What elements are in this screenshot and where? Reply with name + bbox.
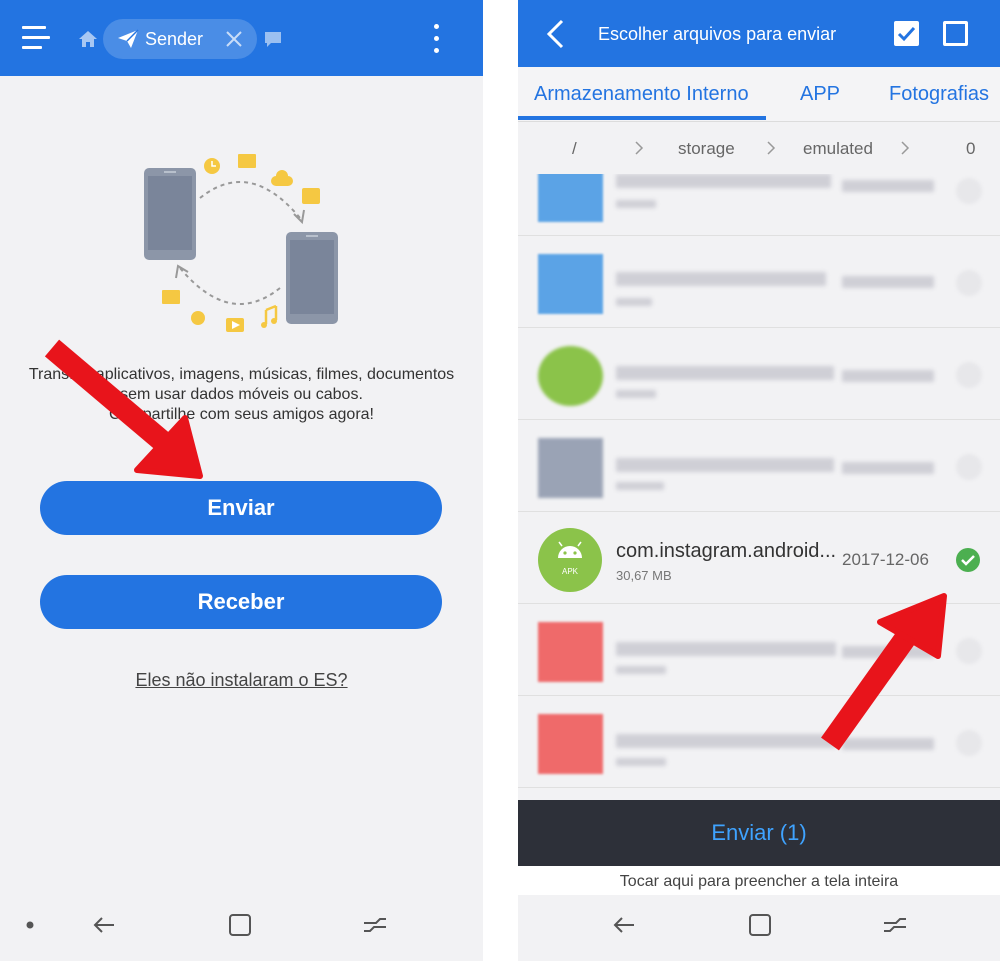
tab-photos[interactable]: Fotografias — [889, 83, 989, 106]
chevron-right-icon — [635, 141, 644, 155]
fill-screen-hint[interactable]: Tocar aqui para preencher a tela inteira — [518, 866, 1000, 898]
selected-file-row[interactable]: APK com.instagram.android... 30,67 MB 20… — [518, 512, 1000, 604]
select-all-checkbox-icon[interactable] — [894, 21, 919, 46]
description-line-2: sem usar dados móveis ou cabos. — [120, 386, 363, 403]
dot-indicator-icon — [26, 921, 34, 929]
list-item[interactable] — [518, 174, 1000, 236]
right-screen: Escolher arquivos para enviar Armazename… — [518, 0, 1000, 961]
file-picker-app-bar: Escolher arquivos para enviar — [518, 0, 1000, 67]
recents-nav-icon[interactable] — [360, 913, 390, 943]
home-icon[interactable] — [78, 30, 98, 48]
file-name: com.instagram.android... — [616, 540, 837, 562]
file-thumbnail-icon — [538, 622, 603, 682]
send-button[interactable]: Enviar — [40, 481, 442, 535]
menu-icon[interactable] — [22, 26, 50, 50]
apk-badge-text: APK — [562, 567, 579, 576]
breadcrumb-storage[interactable]: storage — [678, 139, 735, 159]
file-list: APK com.instagram.android... 30,67 MB 20… — [518, 174, 1000, 800]
list-item[interactable] — [518, 328, 1000, 420]
list-item[interactable] — [518, 696, 1000, 788]
home-nav-icon[interactable] — [746, 913, 776, 943]
system-nav-bar — [0, 895, 483, 961]
recents-nav-icon[interactable] — [880, 913, 910, 943]
android-apk-icon: APK — [538, 528, 602, 592]
description-line-1: Transfira aplicativos, imagens, músicas,… — [28, 366, 455, 383]
file-thumbnail-icon — [538, 438, 603, 498]
close-icon[interactable] — [225, 30, 243, 48]
system-nav-bar — [518, 895, 1000, 961]
left-screen: Sender Transfira aplicativos, imagens, m… — [0, 0, 483, 961]
chevron-right-icon — [767, 141, 776, 155]
folder-icon — [538, 174, 603, 222]
breadcrumb-emulated[interactable]: emulated — [803, 139, 873, 159]
back-icon[interactable] — [544, 18, 566, 50]
description-line-3: Compartilhe com seus amigos agora! — [108, 406, 374, 423]
list-item[interactable] — [518, 604, 1000, 696]
file-date: 2017-12-06 — [842, 550, 929, 569]
back-nav-icon[interactable] — [610, 913, 640, 943]
box-select-icon[interactable] — [943, 21, 968, 46]
file-size: 30,67 MB — [616, 568, 672, 583]
breadcrumb-0[interactable]: 0 — [966, 139, 975, 159]
breadcrumb: / storage emulated 0 — [518, 122, 1000, 174]
selected-check-icon[interactable] — [956, 548, 980, 572]
apk-thumbnail-icon — [538, 346, 603, 406]
description-text: Transfira aplicativos, imagens, músicas,… — [0, 365, 483, 425]
folder-icon — [538, 254, 603, 314]
breadcrumb-root[interactable]: / — [572, 139, 577, 159]
chip-label: Sender — [145, 29, 204, 49]
tab-internal-storage[interactable]: Armazenamento Interno — [534, 83, 749, 106]
list-item[interactable] — [518, 420, 1000, 512]
chevron-right-icon — [901, 141, 910, 155]
chat-bubble-icon[interactable] — [263, 30, 283, 48]
not-installed-link[interactable]: Eles não instalaram o ES? — [0, 670, 483, 691]
file-thumbnail-icon — [538, 714, 603, 774]
transfer-illustration — [144, 154, 338, 332]
tab-bar: Armazenamento Interno APP Fotografias — [518, 67, 1000, 122]
send-selected-button[interactable]: Enviar (1) — [518, 800, 1000, 866]
list-item[interactable] — [518, 236, 1000, 328]
more-vert-icon[interactable] — [430, 24, 444, 54]
tab-app[interactable]: APP — [800, 83, 840, 106]
paper-plane-icon — [118, 29, 139, 48]
receive-button[interactable]: Receber — [40, 575, 442, 629]
sender-chip[interactable]: Sender — [103, 19, 257, 59]
back-nav-icon[interactable] — [90, 913, 120, 943]
home-nav-icon[interactable] — [226, 913, 256, 943]
active-tab-indicator — [518, 116, 766, 120]
page-title: Escolher arquivos para enviar — [598, 24, 837, 44]
top-app-bar: Sender — [0, 0, 483, 76]
